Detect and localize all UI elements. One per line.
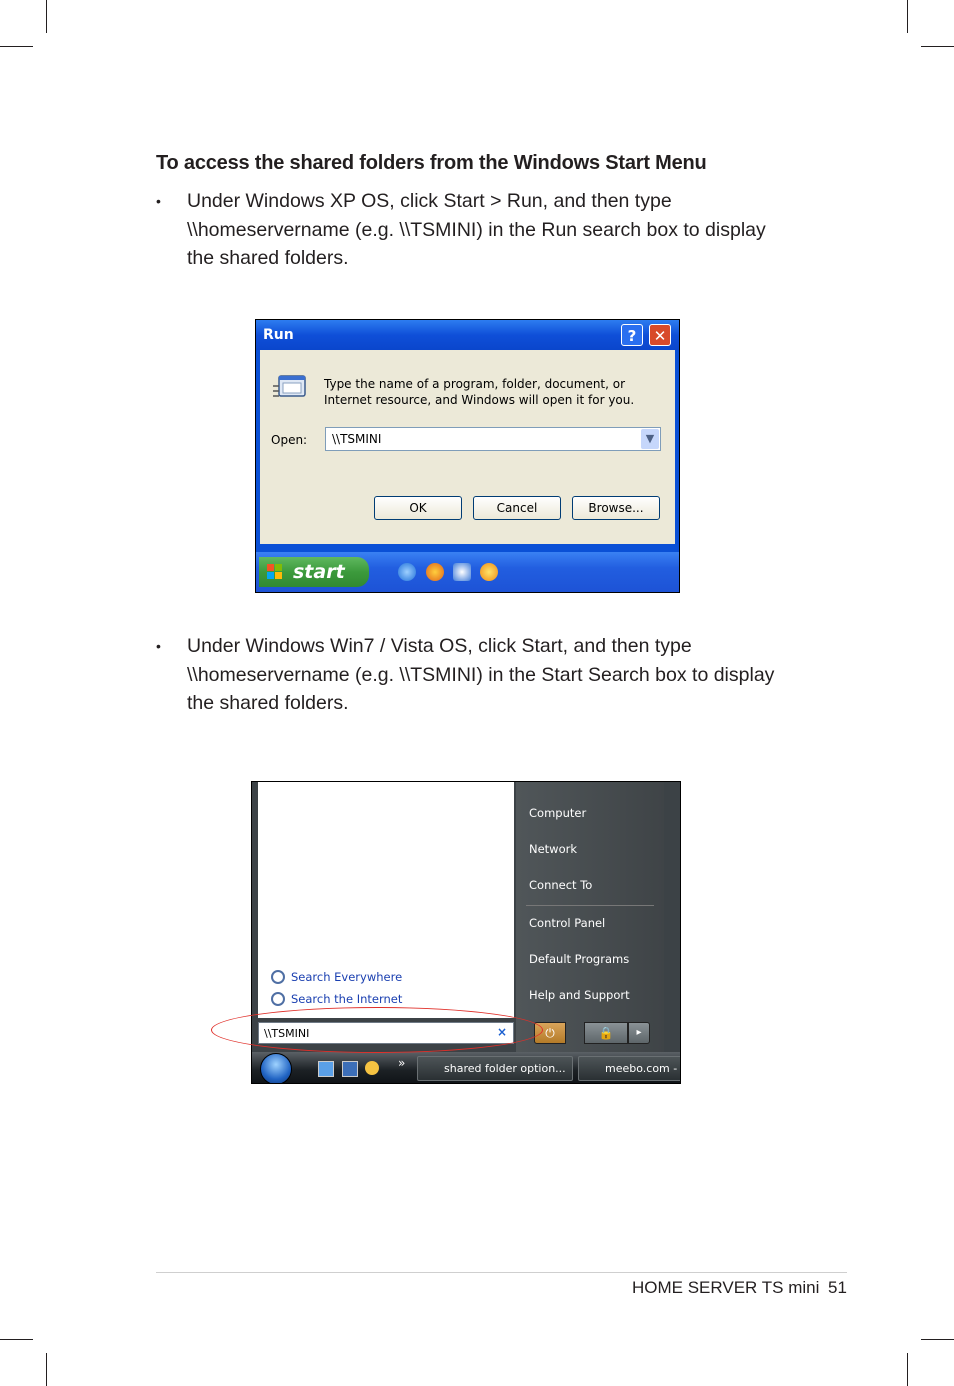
- shutdown-options-button[interactable]: ▸: [628, 1022, 650, 1044]
- highlight-ellipse: [211, 1007, 543, 1053]
- footer-rule: [156, 1272, 847, 1273]
- ok-button[interactable]: OK: [374, 496, 462, 520]
- bullet-text: Under Windows Win7 / Vista OS, click Sta…: [187, 635, 775, 714]
- menu-item-control-panel[interactable]: Control Panel: [529, 916, 605, 930]
- media-player-icon[interactable]: [480, 563, 498, 581]
- open-label: Open:: [271, 433, 308, 447]
- programs-pane: Search Everywhere Search the Internet: [258, 782, 514, 1018]
- menu-item-default-programs[interactable]: Default Programs: [529, 952, 629, 966]
- run-icon: [273, 375, 306, 397]
- crop-mark: [46, 0, 47, 33]
- windows-flag-icon: [267, 564, 282, 579]
- dropdown-arrow-icon[interactable]: ▼: [641, 429, 659, 449]
- taskbar-item-label: shared folder option...: [444, 1062, 566, 1075]
- xp-run-screenshot: Run ? ✕ Type the name of a program, fold…: [255, 319, 680, 593]
- messenger-icon[interactable]: [365, 1061, 379, 1075]
- crop-mark: [0, 46, 33, 47]
- internet-explorer-icon[interactable]: [398, 563, 416, 581]
- quicklaunch-more[interactable]: »: [398, 1056, 405, 1070]
- menu-item-computer[interactable]: Computer: [529, 806, 586, 820]
- run-title: Run: [263, 327, 294, 343]
- open-value[interactable]: \\TSMINI: [332, 432, 381, 446]
- menu-item-connect-to[interactable]: Connect To: [529, 878, 592, 892]
- firefox-icon[interactable]: [426, 563, 444, 581]
- run-description: Type the name of a program, folder, docu…: [324, 377, 635, 407]
- open-combobox[interactable]: \\TSMINI ▼: [325, 427, 661, 451]
- browse-button[interactable]: Browse...: [572, 496, 660, 520]
- vista-taskbar: » shared folder option... meebo.com -: [252, 1052, 680, 1083]
- places-pane: Computer Network Connect To Control Pane…: [516, 782, 664, 1052]
- start-orb[interactable]: [260, 1053, 292, 1083]
- close-button[interactable]: ✕: [649, 324, 671, 346]
- help-button[interactable]: ?: [621, 324, 643, 346]
- outlook-icon[interactable]: [453, 563, 471, 581]
- crop-mark: [907, 0, 908, 33]
- search-icon: [271, 992, 285, 1006]
- cancel-button[interactable]: Cancel: [473, 496, 561, 520]
- bullet-marker: •: [156, 193, 161, 209]
- divider: [526, 905, 654, 906]
- search-internet-link[interactable]: Search the Internet: [291, 992, 402, 1006]
- crop-mark: [0, 1339, 33, 1340]
- start-label: start: [293, 561, 345, 583]
- search-everywhere-link[interactable]: Search Everywhere: [291, 970, 402, 984]
- crop-mark: [907, 1353, 908, 1386]
- run-body: Type the name of a program, folder, docu…: [260, 350, 675, 544]
- taskbar-item-meebo[interactable]: meebo.com -: [578, 1056, 680, 1081]
- search-icon: [271, 970, 285, 984]
- start-button[interactable]: start: [259, 557, 369, 587]
- crop-mark: [46, 1353, 47, 1386]
- menu-item-network[interactable]: Network: [529, 842, 577, 856]
- section-heading: To access the shared folders from the Wi…: [156, 152, 707, 174]
- taskbar-item-shared-folder[interactable]: shared folder option...: [417, 1056, 573, 1081]
- menu-item-help-support[interactable]: Help and Support: [529, 988, 630, 1002]
- footer-title: HOME SERVER TS mini: [632, 1278, 820, 1297]
- run-title-bar: Run ? ✕: [256, 320, 679, 350]
- crop-mark: [921, 46, 954, 47]
- lock-button[interactable]: 🔒: [584, 1022, 628, 1044]
- taskbar-item-label: meebo.com -: [605, 1062, 678, 1075]
- page-number: 51: [828, 1278, 847, 1297]
- xp-taskbar: start: [256, 552, 679, 592]
- bullet-text: Under Windows XP OS, click Start > Run, …: [187, 190, 766, 269]
- switch-windows-icon[interactable]: [342, 1061, 358, 1077]
- crop-mark: [921, 1339, 954, 1340]
- show-desktop-icon[interactable]: [318, 1061, 334, 1077]
- bullet-marker: •: [156, 638, 161, 654]
